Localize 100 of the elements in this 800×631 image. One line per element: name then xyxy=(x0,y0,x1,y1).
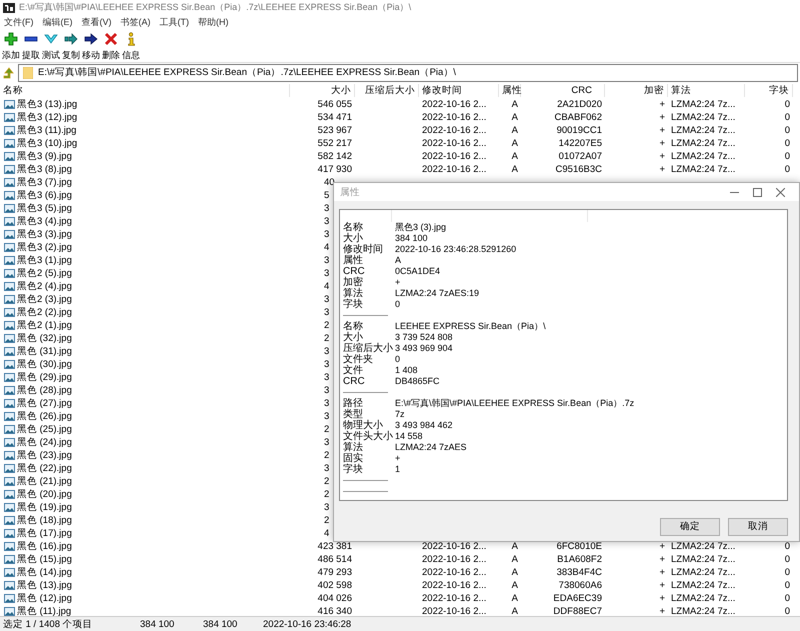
file-name-cell[interactable]: 黑色3 (4).jpg xyxy=(0,215,290,228)
property-value: 0C5A1DE4 xyxy=(395,266,442,277)
file-name-cell[interactable]: 黑色2 (3).jpg xyxy=(0,293,290,306)
copy-button[interactable]: 复制 xyxy=(61,30,81,62)
image-file-icon xyxy=(4,308,15,317)
file-name-cell[interactable]: 黑色2 (2).jpg xyxy=(0,306,290,319)
file-name-cell[interactable]: 黑色3 (11).jpg xyxy=(0,124,290,137)
property-label: 物理大小 xyxy=(343,420,383,431)
table-cell: 2 xyxy=(324,514,330,527)
column-header[interactable]: 名称 xyxy=(0,84,290,96)
table-cell: 3 xyxy=(324,267,330,280)
table-cell-text: 486 514 xyxy=(316,553,353,566)
file-name-cell[interactable]: 黑色3 (1).jpg xyxy=(0,254,290,267)
file-name-cell[interactable]: 黑色2 (1).jpg xyxy=(0,319,290,332)
file-name-cell[interactable]: 黑色 (23).jpg xyxy=(0,449,290,462)
column-header[interactable]: 算法 xyxy=(668,84,745,96)
image-file-icon xyxy=(4,347,15,356)
ok-button[interactable]: 确定 xyxy=(660,518,720,536)
file-name-cell[interactable]: 黑色2 (4).jpg xyxy=(0,280,290,293)
table-cell-text: LZMA2:24 7z... xyxy=(670,605,736,616)
table-cell-text: 0 xyxy=(784,124,791,137)
file-name-cell[interactable]: 黑色3 (2).jpg xyxy=(0,241,290,254)
image-file-icon xyxy=(4,100,15,109)
move-button[interactable]: 移动 xyxy=(81,30,101,62)
table-cell-text: 142207E5 xyxy=(558,137,603,150)
image-file-icon xyxy=(4,204,15,213)
file-name-cell[interactable]: 黑色3 (10).jpg xyxy=(0,137,290,150)
menu-item[interactable]: 书签(A) xyxy=(118,16,158,29)
menu-item[interactable]: 文件(F) xyxy=(2,16,40,29)
table-cell-text: 2022-10-16 2... xyxy=(421,566,488,579)
property-label: 大小 xyxy=(343,233,364,244)
table-cell-text: + xyxy=(658,553,666,566)
file-name-cell[interactable]: 黑色 (22).jpg xyxy=(0,462,290,475)
info-button[interactable]: 信息 xyxy=(121,30,141,62)
file-name-cell[interactable]: 黑色 (14).jpg xyxy=(0,566,290,579)
file-name-cell[interactable]: 黑色 (25).jpg xyxy=(0,423,290,436)
table-cell-text: 2022-10-16 2... xyxy=(421,137,488,150)
image-file-icon xyxy=(4,256,15,265)
address-field[interactable]: E:\#写真\韩国\#PIA\LEEHEE EXPRESS Sir.Bean（Pia）.7z\LEEHEE EXPRESS Sir.Bean（Pia）\ xyxy=(18,64,798,82)
image-file-icon xyxy=(4,243,15,252)
file-name-cell[interactable]: 黑色 (16).jpg xyxy=(0,540,290,553)
column-header[interactable]: 属性 xyxy=(499,84,521,96)
menu-item[interactable]: 查看(V) xyxy=(80,16,118,29)
column-header[interactable]: CRC xyxy=(521,84,605,96)
extract-button[interactable]: 提取 xyxy=(21,30,41,62)
file-name-cell[interactable]: 黑色 (11).jpg xyxy=(0,605,290,616)
menu-item[interactable]: 编辑(E) xyxy=(40,16,80,29)
file-name-cell[interactable]: 黑色 (26).jpg xyxy=(0,410,290,423)
file-name-cell[interactable]: 黑色 (30).jpg xyxy=(0,358,290,371)
file-name-cell[interactable]: 黑色3 (3).jpg xyxy=(0,228,290,241)
column-header[interactable]: 压缩后大小 xyxy=(355,84,419,96)
file-name-cell[interactable]: 黑色3 (8).jpg xyxy=(0,163,290,176)
table-cell-text: LZMA2:24 7z... xyxy=(670,98,736,111)
file-name-cell[interactable]: 黑色 (29).jpg xyxy=(0,371,290,384)
file-name-cell[interactable]: 黑色 (12).jpg xyxy=(0,592,290,605)
file-name-cell[interactable]: 黑色2 (5).jpg xyxy=(0,267,290,280)
file-name-cell[interactable]: 黑色 (27).jpg xyxy=(0,397,290,410)
file-name-cell[interactable]: 黑色 (21).jpg xyxy=(0,475,290,488)
cancel-button[interactable]: 取消 xyxy=(728,518,788,536)
file-name-cell[interactable]: 黑色3 (5).jpg xyxy=(0,202,290,215)
menu-item[interactable]: 帮助(H) xyxy=(196,16,236,29)
table-cell-text: 2022-10-16 2... xyxy=(421,124,488,137)
file-name-cell[interactable]: 黑色 (17).jpg xyxy=(0,527,290,540)
file-name-cell[interactable]: 黑色 (19).jpg xyxy=(0,501,290,514)
table-cell-text: A xyxy=(510,540,519,553)
delete-button[interactable]: 删除 xyxy=(101,30,121,62)
file-name-cell[interactable]: 黑色 (31).jpg xyxy=(0,345,290,358)
file-name-cell[interactable]: 黑色3 (13).jpg xyxy=(0,98,290,111)
menu-item[interactable]: 工具(T) xyxy=(158,16,196,29)
file-name-cell[interactable]: 黑色 (15).jpg xyxy=(0,553,290,566)
table-cell-text: + xyxy=(658,163,666,176)
file-name-cell[interactable]: 黑色 (28).jpg xyxy=(0,384,290,397)
test-button[interactable]: 测试 xyxy=(41,30,61,62)
table-cell-text: + xyxy=(658,98,666,111)
column-header[interactable]: 字块 xyxy=(745,84,793,96)
file-name-cell[interactable]: 黑色 (32).jpg xyxy=(0,332,290,345)
table-cell-text: 738060A6 xyxy=(558,579,603,592)
file-name-cell[interactable]: 黑色3 (12).jpg xyxy=(0,111,290,124)
file-name-cell[interactable]: 黑色 (20).jpg xyxy=(0,488,290,501)
close-icon xyxy=(104,32,118,46)
close-icon[interactable] xyxy=(776,188,785,196)
status-text: 选定 1 / 1408 个项目 xyxy=(2,618,94,630)
column-header[interactable]: 大小 xyxy=(290,84,355,96)
image-file-icon xyxy=(4,373,15,382)
file-name-cell[interactable]: 黑色3 (6).jpg xyxy=(0,189,290,202)
table-cell-text: A xyxy=(510,605,519,616)
file-name-cell[interactable]: 黑色 (13).jpg xyxy=(0,579,290,592)
file-name-cell[interactable]: 黑色3 (7).jpg xyxy=(0,176,290,189)
file-name-cell[interactable]: 黑色 (18).jpg xyxy=(0,514,290,527)
property-value: A xyxy=(395,255,402,266)
table-cell-text: 90019CC1 xyxy=(556,124,603,137)
column-header[interactable]: 加密 xyxy=(605,84,668,96)
table-cell-text: 01072A07 xyxy=(558,150,603,163)
file-name-cell[interactable]: 黑色3 (9).jpg xyxy=(0,150,290,163)
file-name-cell[interactable]: 黑色 (24).jpg xyxy=(0,436,290,449)
property-label: 修改时间 xyxy=(343,244,384,255)
maximize-icon[interactable] xyxy=(753,188,762,196)
column-header[interactable]: 修改时间 xyxy=(419,84,499,96)
add-button[interactable]: 添加 xyxy=(1,30,21,62)
image-file-icon xyxy=(4,139,15,148)
